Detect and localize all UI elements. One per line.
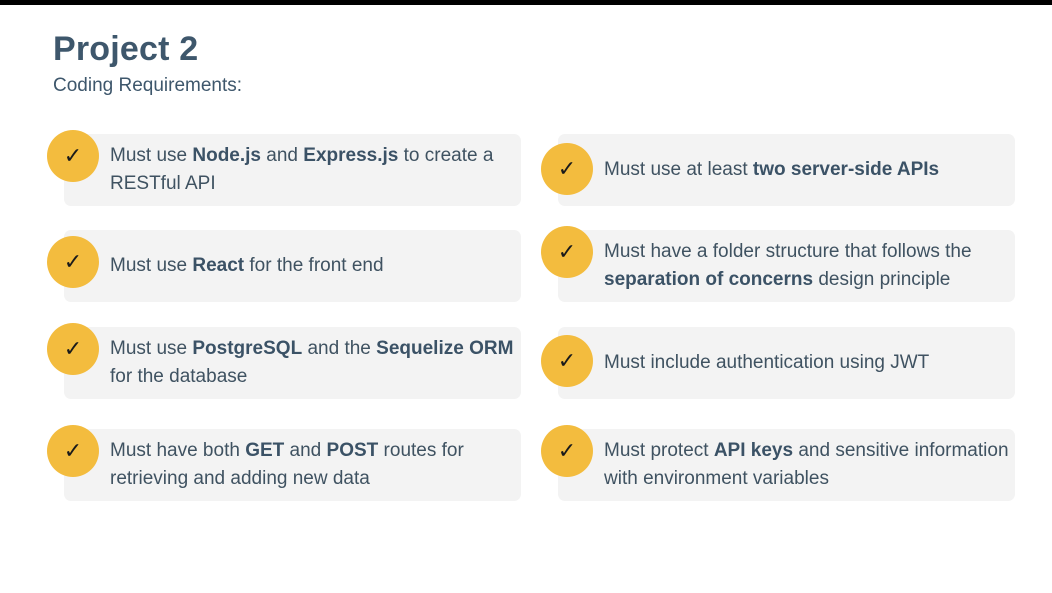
requirement-card: Must use PostgreSQL and the Sequelize OR… bbox=[64, 327, 521, 399]
requirement-card: Must use at least two server-side APIs bbox=[558, 134, 1015, 206]
requirement-emphasis: POST bbox=[326, 440, 379, 461]
requirement-card: Must use React for the front end bbox=[64, 230, 521, 302]
check-icon: ✓ bbox=[541, 335, 593, 387]
requirement-fragment: Must use bbox=[110, 338, 193, 359]
requirement-text: Must have a folder structure that follow… bbox=[604, 230, 1009, 302]
requirement-emphasis: Sequelize ORM bbox=[376, 338, 514, 359]
requirement-fragment: Must use bbox=[110, 145, 193, 166]
requirement-fragment: Must use at least bbox=[604, 159, 753, 180]
requirement-fragment: Must use bbox=[110, 255, 193, 276]
check-icon: ✓ bbox=[541, 226, 593, 278]
requirement-fragment: design principle bbox=[813, 269, 951, 290]
requirement-text: Must have both GET and POST routes for r… bbox=[110, 429, 515, 501]
requirement-emphasis: GET bbox=[245, 440, 285, 461]
requirement-emphasis: two server-side APIs bbox=[752, 159, 940, 180]
requirement-emphasis: API keys bbox=[713, 440, 794, 461]
requirement-emphasis: Express.js bbox=[303, 145, 399, 166]
requirement-card: Must include authentication using JWT bbox=[558, 327, 1015, 399]
check-icon: ✓ bbox=[541, 143, 593, 195]
check-icon: ✓ bbox=[541, 425, 593, 477]
requirement-text: Must use PostgreSQL and the Sequelize OR… bbox=[110, 327, 515, 399]
requirement-text: Must use Node.js and Express.js to creat… bbox=[110, 134, 515, 206]
requirement-fragment: Must have both bbox=[110, 440, 246, 461]
requirement-emphasis: separation of concerns bbox=[604, 269, 814, 290]
slide-title: Project 2 bbox=[53, 30, 199, 68]
requirement-fragment: and the bbox=[302, 338, 377, 359]
requirement-fragment: Must protect bbox=[604, 440, 714, 461]
requirement-emphasis: React bbox=[192, 255, 245, 276]
slide-subtitle: Coding Requirements: bbox=[53, 75, 243, 96]
requirement-emphasis: Node.js bbox=[192, 145, 261, 166]
requirement-fragment: for the front end bbox=[244, 255, 384, 276]
check-icon: ✓ bbox=[47, 323, 99, 375]
requirement-text: Must use React for the front end bbox=[110, 230, 515, 302]
check-icon: ✓ bbox=[47, 236, 99, 288]
requirement-fragment: for the database bbox=[110, 366, 248, 387]
requirement-text: Must include authentication using JWT bbox=[604, 327, 1009, 399]
requirement-fragment: Must have a folder structure that follow… bbox=[604, 241, 972, 262]
requirement-fragment: Must include authentication using JWT bbox=[604, 352, 930, 373]
requirement-card: Must have a folder structure that follow… bbox=[558, 230, 1015, 302]
requirement-fragment: and bbox=[284, 440, 327, 461]
requirement-emphasis: PostgreSQL bbox=[192, 338, 303, 359]
check-icon: ✓ bbox=[47, 425, 99, 477]
requirement-card: Must protect API keys and sensitive info… bbox=[558, 429, 1015, 501]
top-bar bbox=[0, 0, 1052, 5]
requirement-text: Must protect API keys and sensitive info… bbox=[604, 429, 1009, 501]
requirement-card: Must use Node.js and Express.js to creat… bbox=[64, 134, 521, 206]
requirement-card: Must have both GET and POST routes for r… bbox=[64, 429, 521, 501]
requirement-text: Must use at least two server-side APIs bbox=[604, 134, 1009, 206]
check-icon: ✓ bbox=[47, 130, 99, 182]
requirement-fragment: and bbox=[261, 145, 304, 166]
